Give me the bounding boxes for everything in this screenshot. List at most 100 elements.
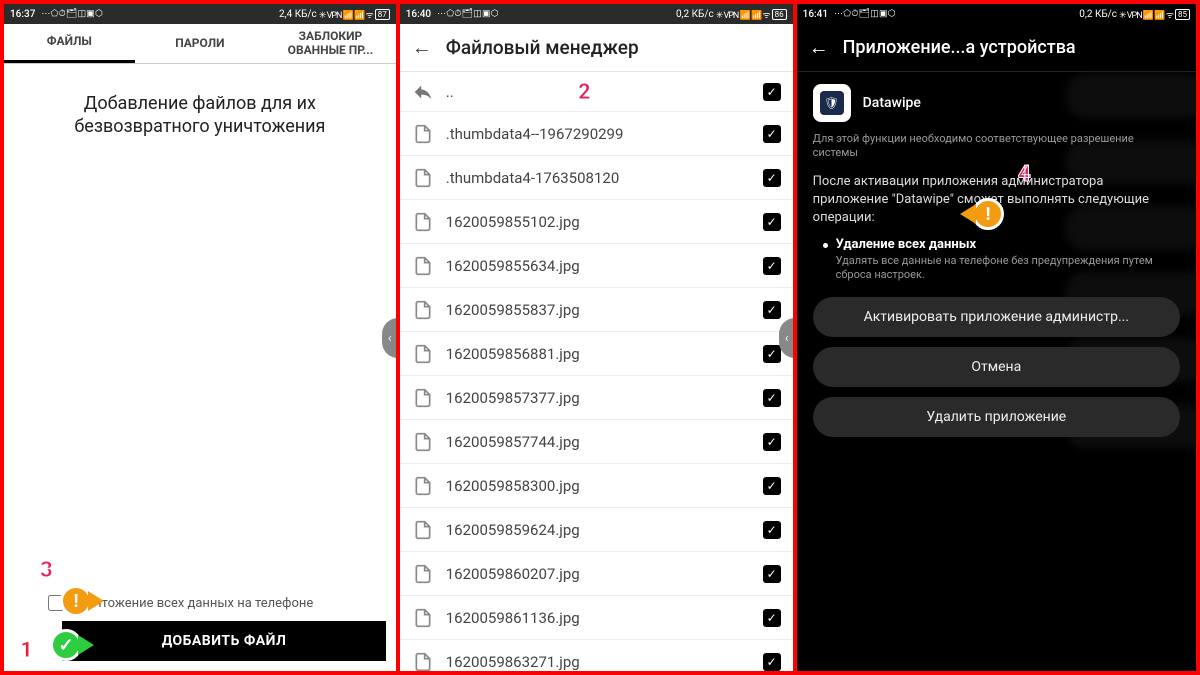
checkbox-checked-icon[interactable]: ✓ [763, 345, 781, 363]
status-icons-right: ✳ VPN 📶 📶 ᯤ [716, 8, 770, 21]
checkbox-checked-icon[interactable]: ✓ [763, 565, 781, 583]
bullet-icon [823, 243, 828, 248]
status-battery: 86 [772, 9, 787, 20]
tab-passwords[interactable]: ПАРОЛИ [135, 24, 266, 63]
back-arrow-icon[interactable]: ← [412, 35, 432, 60]
file-icon [412, 299, 434, 321]
annotation-marker-1: ✓ [50, 629, 94, 661]
file-icon [412, 519, 434, 541]
appbar-title: Приложение...а устройства [843, 37, 1076, 58]
screen-1: 16:37 ⋯ ⬠ ⏱ 🗂 ◫ ▣ ⬡ 2,4 КБ/с ✳ VPN 📶 📶 ᯤ… [4, 4, 400, 671]
file-name: 1620059857744.jpg [446, 433, 751, 451]
tab-files[interactable]: ФАЙЛЫ [4, 24, 135, 63]
file-name: .thumbdata4-1763508120 [446, 169, 751, 187]
file-list[interactable]: .. ✓ .thumbdata4--1967290299 ✓ .thumbdata… [400, 72, 793, 671]
file-row[interactable]: 1620059857377.jpg ✓ [400, 376, 793, 420]
status-bar: 16:41 ⋯ ⬠ ⏱ 🗂 ◫ ▣ ⬡ 0,2 КБ/с ✳ VPN 📶 📶 ᯤ… [797, 4, 1196, 24]
app-info-row: 🛡 Datawipe [813, 84, 1180, 122]
file-row[interactable]: 1620059863271.jpg ✓ [400, 640, 793, 671]
back-arrow-icon[interactable]: ← [809, 35, 829, 60]
checkbox-checked-icon[interactable]: ✓ [763, 389, 781, 407]
file-name: .thumbdata4--1967290299 [446, 125, 751, 143]
add-file-button[interactable]: ДОБАВИТЬ ФАЙЛ [62, 621, 385, 661]
file-icon [412, 563, 434, 585]
shield-icon: 🛡 [820, 91, 844, 115]
file-row[interactable]: .thumbdata4--1967290299 ✓ [400, 112, 793, 156]
cancel-button[interactable]: Отмена [813, 347, 1180, 387]
file-icon [412, 607, 434, 629]
file-name: 1620059857377.jpg [446, 389, 751, 407]
file-name: 1620059855837.jpg [446, 301, 751, 319]
checkbox-checked-icon[interactable]: ✓ [763, 301, 781, 319]
permission-bullet: Удаление всех данных Удалять все данные … [823, 237, 1180, 283]
annotation-marker-3: ! [60, 585, 104, 617]
file-icon [412, 211, 434, 233]
file-icon [412, 387, 434, 409]
side-handle-icon[interactable]: ‹ [382, 318, 398, 358]
file-icon [412, 167, 434, 189]
app-bar: ← Файловый менеджер [400, 24, 793, 72]
file-icon [412, 343, 434, 365]
status-time: 16:37 [10, 9, 35, 20]
status-time: 16:41 [803, 9, 828, 20]
checkbox-checked-icon[interactable]: ✓ [763, 653, 781, 671]
screen1-heading: Добавление файлов для их безвозвратного … [4, 64, 396, 167]
checkbox-checked-icon[interactable]: ✓ [763, 213, 781, 231]
file-name: 1620059856881.jpg [446, 345, 751, 363]
file-icon [412, 123, 434, 145]
file-icon [412, 431, 434, 453]
delete-app-button[interactable]: Удалить приложение [813, 397, 1180, 437]
file-row[interactable]: 1620059860207.jpg ✓ [400, 552, 793, 596]
parent-dir-row[interactable]: .. ✓ [400, 72, 793, 112]
file-row[interactable]: .thumbdata4-1763508120 ✓ [400, 156, 793, 200]
file-row[interactable]: 1620059858300.jpg ✓ [400, 464, 793, 508]
file-row[interactable]: 1620059856881.jpg ✓ [400, 332, 793, 376]
file-name: 1620059858300.jpg [446, 477, 751, 495]
checkbox-checked-icon[interactable]: ✓ [763, 477, 781, 495]
status-icons-right: ✳ VPN 📶 📶 ᯤ [319, 8, 373, 21]
screen3-body: 🛡 Datawipe Для этой функции необходимо с… [797, 72, 1196, 459]
file-name: 1620059859624.jpg [446, 521, 751, 539]
file-row[interactable]: 1620059861136.jpg✓ [400, 596, 793, 640]
app-icon: 🛡 [813, 84, 851, 122]
file-row[interactable]: 1620059857744.jpg ✓ [400, 420, 793, 464]
bullet-subtitle: Удалять все данные на телефоне без преду… [836, 254, 1180, 283]
file-row[interactable]: 1620059855102.jpg ✓ [400, 200, 793, 244]
file-row[interactable]: 1620059855837.jpg ✓ [400, 288, 793, 332]
checkbox-checked-icon[interactable]: ✓ [763, 257, 781, 275]
appbar-title: Файловый менеджер [446, 36, 639, 59]
checkbox-checked-icon[interactable]: ✓ [763, 433, 781, 451]
tab-bar: ФАЙЛЫ ПАРОЛИ ЗАБЛОКИР ОВАННЫЕ ПР... [4, 24, 396, 64]
destroy-all-label: Уничтожение всех данных на телефоне [72, 596, 313, 611]
checkbox-checked-icon[interactable]: ✓ [763, 83, 781, 101]
checkbox-checked-icon[interactable]: ✓ [763, 609, 781, 627]
status-net: 2,4 КБ/с [279, 9, 317, 20]
file-name: 1620059863271.jpg [446, 653, 751, 671]
activate-button[interactable]: Активировать приложение администр... [813, 297, 1180, 337]
annotation-num-1: 1 [20, 638, 33, 663]
app-name: Datawipe [863, 95, 921, 111]
bullet-title: Удаление всех данных [836, 237, 1180, 252]
file-row[interactable]: 1620059859624.jpg ✓ [400, 508, 793, 552]
status-icons-left: ⋯ ⬠ ⏱ 🗂 ◫ ▣ ⬡ [834, 9, 895, 19]
app-bar: ← Приложение...а устройства [797, 24, 1196, 72]
status-net: 0,2 КБ/с [1079, 9, 1117, 20]
file-icon [412, 651, 434, 672]
status-time: 16:40 [406, 9, 431, 20]
parent-dir-label: .. [446, 83, 751, 101]
screen-3: 16:41 ⋯ ⬠ ⏱ 🗂 ◫ ▣ ⬡ 0,2 КБ/с ✳ VPN 📶 📶 ᯤ… [797, 4, 1196, 671]
file-row[interactable]: 1620059855634.jpg ✓ [400, 244, 793, 288]
annotation-num-2: 2 [578, 80, 591, 105]
status-icons-right: ✳ VPN 📶 📶 ᯤ [1119, 8, 1173, 21]
checkbox-checked-icon[interactable]: ✓ [763, 125, 781, 143]
checkbox-checked-icon[interactable]: ✓ [763, 521, 781, 539]
tab-blocked[interactable]: ЗАБЛОКИР ОВАННЫЕ ПР... [265, 24, 396, 63]
status-bar: 16:37 ⋯ ⬠ ⏱ 🗂 ◫ ▣ ⬡ 2,4 КБ/с ✳ VPN 📶 📶 ᯤ… [4, 4, 396, 24]
checkbox-checked-icon[interactable]: ✓ [763, 169, 781, 187]
reply-icon [412, 81, 434, 103]
file-name: 1620059855102.jpg [446, 213, 751, 231]
file-name: 1620059860207.jpg [446, 565, 751, 583]
status-battery: 87 [375, 9, 390, 20]
file-name: 1620059855634.jpg [446, 257, 751, 275]
status-bar: 16:40 ⋯ ⬠ ⏱ 🗂 ◫ ▣ ⬡ 0,2 КБ/с ✳ VPN 📶 📶 ᯤ… [400, 4, 793, 24]
